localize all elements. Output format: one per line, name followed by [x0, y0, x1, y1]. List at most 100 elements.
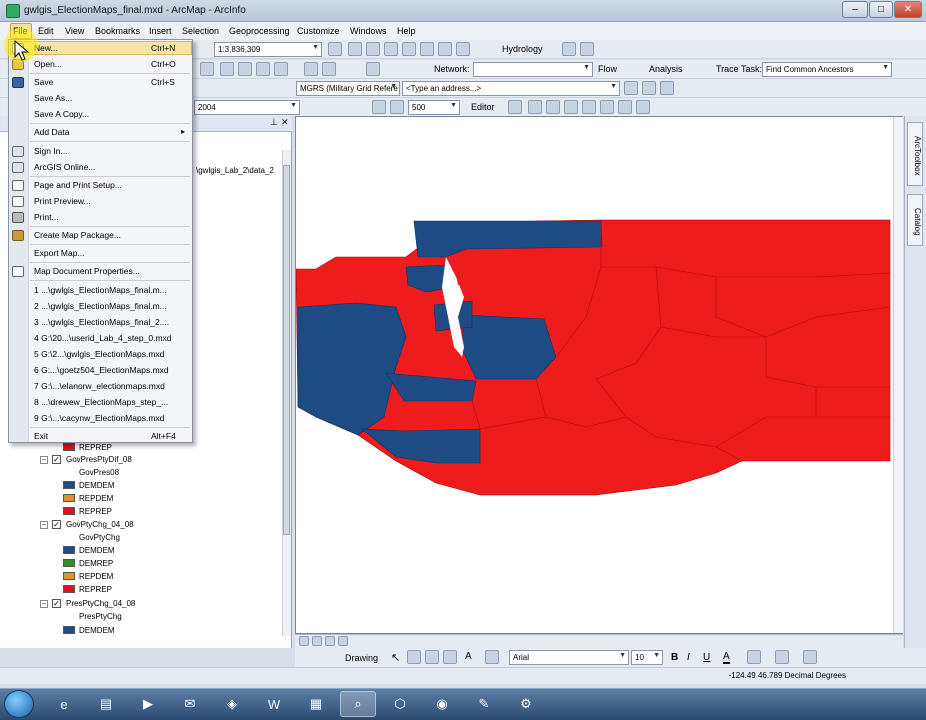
go-to-xy-icon[interactable]	[322, 62, 336, 76]
menu-item-sign-in[interactable]: Sign In...	[34, 146, 68, 156]
menu-item-export-map[interactable]: Export Map...	[34, 248, 85, 258]
toc-close-icon[interactable]: ✕	[281, 117, 289, 128]
layout-view-tab-icon[interactable]	[312, 636, 322, 646]
whats-this-icon[interactable]	[456, 42, 470, 56]
hydrology-tool-2-icon[interactable]	[580, 42, 594, 56]
arcmap-app-icon[interactable]	[6, 4, 20, 18]
media-player-icon[interactable]: ▶	[130, 691, 166, 717]
identify-icon[interactable]	[220, 62, 234, 76]
select-arrow-icon[interactable]: ↖	[391, 651, 400, 664]
edit-tool-icon[interactable]	[508, 100, 522, 114]
menu-item-save-a-copy[interactable]: Save A Copy...	[34, 109, 89, 119]
flow-menu[interactable]: Flow	[598, 64, 617, 74]
layer-name[interactable]: GovPresPtyDif_08	[66, 455, 132, 464]
expand-toggle[interactable]: −	[40, 521, 48, 529]
menu-view[interactable]: View	[65, 26, 84, 36]
menu-bookmarks[interactable]: Bookmarks	[95, 26, 140, 36]
search-window-icon[interactable]	[384, 42, 398, 56]
layer-combo[interactable]: 2004 ▼	[194, 100, 300, 115]
file-explorer-icon[interactable]: ▤	[88, 691, 124, 717]
line-color-icon[interactable]	[775, 650, 789, 664]
grid-reference-combo[interactable]: MGRS (Military Grid Refere ▼	[296, 81, 400, 96]
expand-toggle[interactable]: −	[40, 456, 48, 464]
layer-visibility-checkbox[interactable]: ✓	[52, 599, 61, 608]
layer-visibility-checkbox[interactable]: ✓	[52, 455, 61, 464]
rotate-icon[interactable]	[600, 100, 614, 114]
close-button[interactable]: ✕	[894, 1, 922, 18]
outlook-icon[interactable]: ✉	[172, 691, 208, 717]
review-rematch-icon[interactable]	[660, 81, 674, 95]
address-inspector-icon[interactable]	[642, 81, 656, 95]
zoom-icon[interactable]	[390, 100, 404, 114]
menu-edit[interactable]: Edit	[38, 26, 54, 36]
python-taskbar-icon[interactable]: ⬡	[382, 691, 418, 717]
recent-file-item[interactable]: 5 G:\2...\gwlgis_ElectionMaps.mxd	[34, 349, 164, 359]
pan-icon[interactable]	[372, 100, 386, 114]
map-scale-combo[interactable]: 1:3,836,309 ▼	[214, 42, 322, 57]
data-view-icon[interactable]	[299, 636, 309, 646]
time-slider-icon[interactable]	[304, 62, 318, 76]
edit-vertices-icon[interactable]	[485, 650, 499, 664]
menu-selection[interactable]: Selection	[182, 26, 219, 36]
menu-item-add-data[interactable]: Add Data	[34, 127, 69, 137]
menu-help[interactable]: Help	[397, 26, 416, 36]
layer-name[interactable]: GovPtyChg_04_08	[66, 520, 134, 529]
font-combo[interactable]: Arial ▼	[509, 650, 629, 665]
python-window-icon[interactable]	[420, 42, 434, 56]
measure-icon[interactable]	[274, 62, 288, 76]
search-taskbar-icon[interactable]: ⌕	[340, 691, 376, 717]
drawing-menu[interactable]: Drawing	[345, 653, 378, 663]
internet-explorer-icon[interactable]: e	[46, 691, 82, 717]
find-address-icon[interactable]	[624, 81, 638, 95]
expand-toggle[interactable]: −	[40, 600, 48, 608]
catalog-tab[interactable]: Catalog	[907, 194, 923, 246]
find-icon[interactable]	[238, 62, 252, 76]
recent-file-item[interactable]: 8 ...\drewew_ElectionMaps_step_...	[34, 397, 168, 407]
menu-item-print[interactable]: Print...	[34, 212, 59, 222]
sketch-properties-icon[interactable]	[636, 100, 650, 114]
menu-item-open[interactable]: Open...	[34, 59, 62, 69]
zoom-whole-page-icon[interactable]	[425, 650, 439, 664]
trace-task-combo[interactable]: Find Common Ancestors ▼	[762, 62, 892, 77]
size-combo[interactable]: 500 ▼	[408, 100, 460, 115]
recent-file-item[interactable]: 3 ...\gwlgis_ElectionMaps_final_2....	[34, 317, 169, 327]
menu-geoprocessing[interactable]: Geoprocessing	[229, 26, 290, 36]
underline-button[interactable]: U	[703, 652, 710, 663]
recent-file-item[interactable]: 1 ...\gwlgis_ElectionMaps_final.m...	[34, 285, 167, 295]
rotate-element-icon[interactable]	[407, 650, 421, 664]
pin-icon[interactable]: ⊥	[270, 117, 278, 128]
arccatalog-icon[interactable]: ◈	[214, 691, 250, 717]
marker-color-icon[interactable]	[803, 650, 817, 664]
pause-drawing-icon[interactable]	[338, 636, 348, 646]
editor-menu[interactable]: Editor	[471, 102, 495, 112]
menu-item-save-as[interactable]: Save As...	[34, 93, 72, 103]
arctoolbox-icon[interactable]	[402, 42, 416, 56]
attributes-icon[interactable]	[618, 100, 632, 114]
layout-view-icon[interactable]	[366, 62, 380, 76]
recent-file-item[interactable]: 4 G:\20...\userid_Lab_4_step_0.mxd	[34, 333, 172, 343]
editor-toolbar-icon[interactable]	[328, 42, 342, 56]
font-size-combo[interactable]: 10 ▼	[631, 650, 663, 665]
recent-file-item[interactable]: 9 G:\...\cacynw_ElectionMaps.mxd	[34, 413, 164, 423]
italic-button[interactable]: I	[687, 652, 690, 663]
html-popup-icon[interactable]	[256, 62, 270, 76]
bold-button[interactable]: B	[671, 652, 678, 663]
straight-segment-icon[interactable]	[528, 100, 542, 114]
address-combo[interactable]: <Type an address...> ▼	[402, 81, 620, 96]
map-vertical-scrollbar[interactable]	[893, 117, 903, 633]
arcmap-taskbar-icon[interactable]: ▦	[298, 691, 334, 717]
hydrology-menu[interactable]: Hydrology	[502, 44, 543, 54]
menu-item-page-print-setup[interactable]: Page and Print Setup...	[34, 180, 122, 190]
font-color-icon[interactable]: A	[723, 651, 730, 664]
menu-insert[interactable]: Insert	[149, 26, 172, 36]
word-icon[interactable]: W	[256, 691, 292, 717]
fill-color-icon[interactable]	[747, 650, 761, 664]
menu-item-print-preview[interactable]: Print Preview...	[34, 196, 91, 206]
network-combo[interactable]: ▼	[473, 62, 593, 77]
menu-item-exit[interactable]: Exit	[34, 431, 48, 441]
layer-name[interactable]: PresPtyChg_04_08	[66, 599, 135, 608]
refresh-icon[interactable]	[325, 636, 335, 646]
catalog-window-icon[interactable]	[366, 42, 380, 56]
recent-file-item[interactable]: 2 ...\gwlgis_ElectionMaps_final.m...	[34, 301, 167, 311]
map-display[interactable]	[295, 116, 903, 634]
